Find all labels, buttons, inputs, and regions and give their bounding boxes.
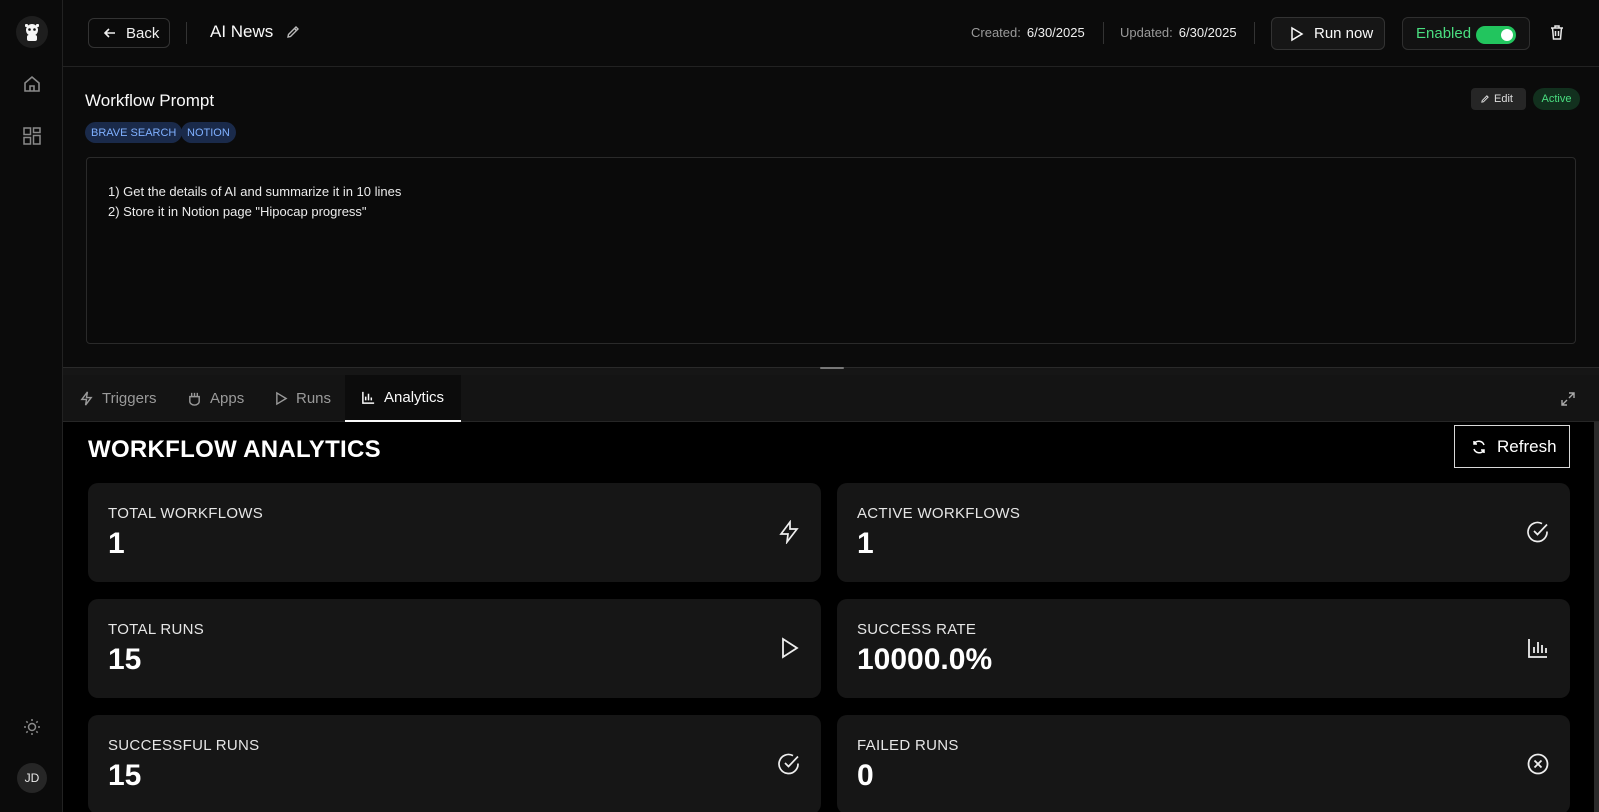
home-icon[interactable]: [19, 71, 45, 97]
check-circle-icon: [1526, 520, 1550, 549]
stat-label: ACTIVE WORKFLOWS: [857, 505, 1021, 522]
bar-chart-icon: [362, 391, 375, 404]
bolt-icon: [80, 391, 93, 406]
x-circle-icon: [1526, 752, 1550, 781]
top-header: Back AI News Created: 6/30/2025 Updated: 6…: [63, 0, 1599, 67]
prompt-textbox[interactable]: 1) Get the details of AI and summarize i…: [86, 157, 1576, 344]
left-sidebar: JD: [0, 0, 63, 812]
updated-date: Updated: 6/30/2025: [1120, 25, 1237, 40]
tab-label: Runs: [296, 390, 332, 407]
analytics-title: WORKFLOW ANALYTICS: [88, 436, 381, 463]
divider: [1103, 22, 1104, 44]
stat-label: SUCCESSFUL RUNS: [108, 737, 260, 754]
tab-label: Apps: [210, 390, 245, 407]
refresh-label: Refresh: [1497, 436, 1557, 456]
enabled-toggle-container: Enabled: [1402, 17, 1530, 50]
prompt-title: Workflow Prompt: [85, 91, 215, 110]
created-date: Created: 6/30/2025: [971, 25, 1085, 40]
avatar[interactable]: JD: [17, 763, 47, 793]
play-icon: [276, 391, 288, 406]
updated-label: Updated:: [1120, 25, 1173, 40]
analytics-panel: WORKFLOW ANALYTICS Refresh TOTAL WORKFLO…: [63, 422, 1599, 812]
apps-icon: [189, 392, 200, 406]
prompt-line: 1) Get the details of AI and summarize i…: [108, 184, 402, 199]
divider: [1254, 22, 1255, 44]
tag-notion: NOTION: [181, 122, 236, 143]
theme-toggle-icon[interactable]: [19, 714, 45, 740]
refresh-button[interactable]: Refresh: [1454, 425, 1570, 468]
stat-card-active-workflows: ACTIVE WORKFLOWS 1: [837, 483, 1570, 582]
scrollbar[interactable]: [1594, 422, 1599, 812]
bar-chart-icon: [1526, 636, 1550, 665]
status-badge: Active: [1533, 88, 1580, 110]
play-icon: [1291, 26, 1304, 41]
stat-value: 0: [857, 759, 874, 792]
stat-card-total-runs: TOTAL RUNS 15: [88, 599, 821, 698]
tab-label: Triggers: [102, 390, 157, 407]
divider: [186, 22, 187, 44]
enabled-toggle[interactable]: [1476, 26, 1516, 44]
created-label: Created:: [971, 25, 1021, 40]
updated-value: 6/30/2025: [1178, 25, 1237, 40]
bolt-icon: [777, 519, 801, 549]
scrollbar-thumb[interactable]: [1594, 422, 1599, 812]
stat-card-successful-runs: SUCCESSFUL RUNS 15: [88, 715, 821, 812]
tab-triggers[interactable]: Triggers: [79, 375, 156, 422]
stat-label: FAILED RUNS: [857, 737, 959, 754]
edit-title-icon[interactable]: [285, 24, 301, 45]
stat-value: 15: [108, 643, 142, 676]
check-circle-icon: [777, 752, 801, 781]
stat-card-failed-runs: FAILED RUNS 0: [837, 715, 1570, 812]
created-value: 6/30/2025: [1026, 25, 1085, 40]
tab-analytics[interactable]: Analytics: [345, 375, 461, 422]
stat-value: 1: [108, 527, 125, 560]
panel-resize-handle[interactable]: [63, 367, 1599, 375]
stat-card-total-workflows: TOTAL WORKFLOWS 1: [88, 483, 821, 582]
stat-label: TOTAL WORKFLOWS: [108, 505, 264, 522]
arrow-left-icon: [103, 28, 115, 38]
stat-value: 15: [108, 759, 142, 792]
tag-brave-search: BRAVE SEARCH: [85, 122, 183, 143]
stat-label: SUCCESS RATE: [857, 621, 977, 638]
run-now-label: Run now: [1314, 25, 1374, 42]
stat-value: 1: [857, 527, 874, 560]
prompt-line: 2) Store it in Notion page "Hipocap prog…: [108, 204, 367, 219]
tab-runs[interactable]: Runs: [275, 375, 331, 422]
stat-card-success-rate: SUCCESS RATE 10000.0%: [837, 599, 1570, 698]
back-label: Back: [126, 24, 160, 42]
tab-label: Analytics: [384, 389, 445, 406]
enabled-label: Enabled: [1416, 25, 1472, 42]
tab-apps[interactable]: Apps: [187, 375, 244, 422]
workflow-title: AI News: [210, 22, 274, 41]
edit-prompt-button[interactable]: Edit: [1471, 88, 1526, 110]
stat-value: 10000.0%: [857, 643, 993, 676]
back-button[interactable]: Back: [88, 18, 170, 48]
pencil-icon: [1481, 95, 1489, 103]
expand-icon[interactable]: [1560, 391, 1576, 412]
apps-grid-icon[interactable]: [19, 123, 45, 149]
refresh-icon: [1473, 439, 1485, 454]
delete-icon[interactable]: [1549, 24, 1565, 46]
edit-label: Edit: [1494, 93, 1513, 105]
app-logo[interactable]: [16, 16, 48, 48]
tab-bar: Triggers Apps Runs Analytics: [63, 375, 1599, 422]
play-icon: [777, 636, 801, 665]
app-root: JD Back AI News Created: 6/30/2025 Update…: [0, 0, 1599, 812]
workflow-prompt-section: Workflow Prompt BRAVE SEARCH NOTION Edit…: [63, 67, 1599, 367]
run-now-button[interactable]: Run now: [1271, 17, 1385, 50]
stat-label: TOTAL RUNS: [108, 621, 205, 638]
mascot-logo-icon: [25, 24, 39, 41]
resize-grip: [820, 367, 844, 369]
